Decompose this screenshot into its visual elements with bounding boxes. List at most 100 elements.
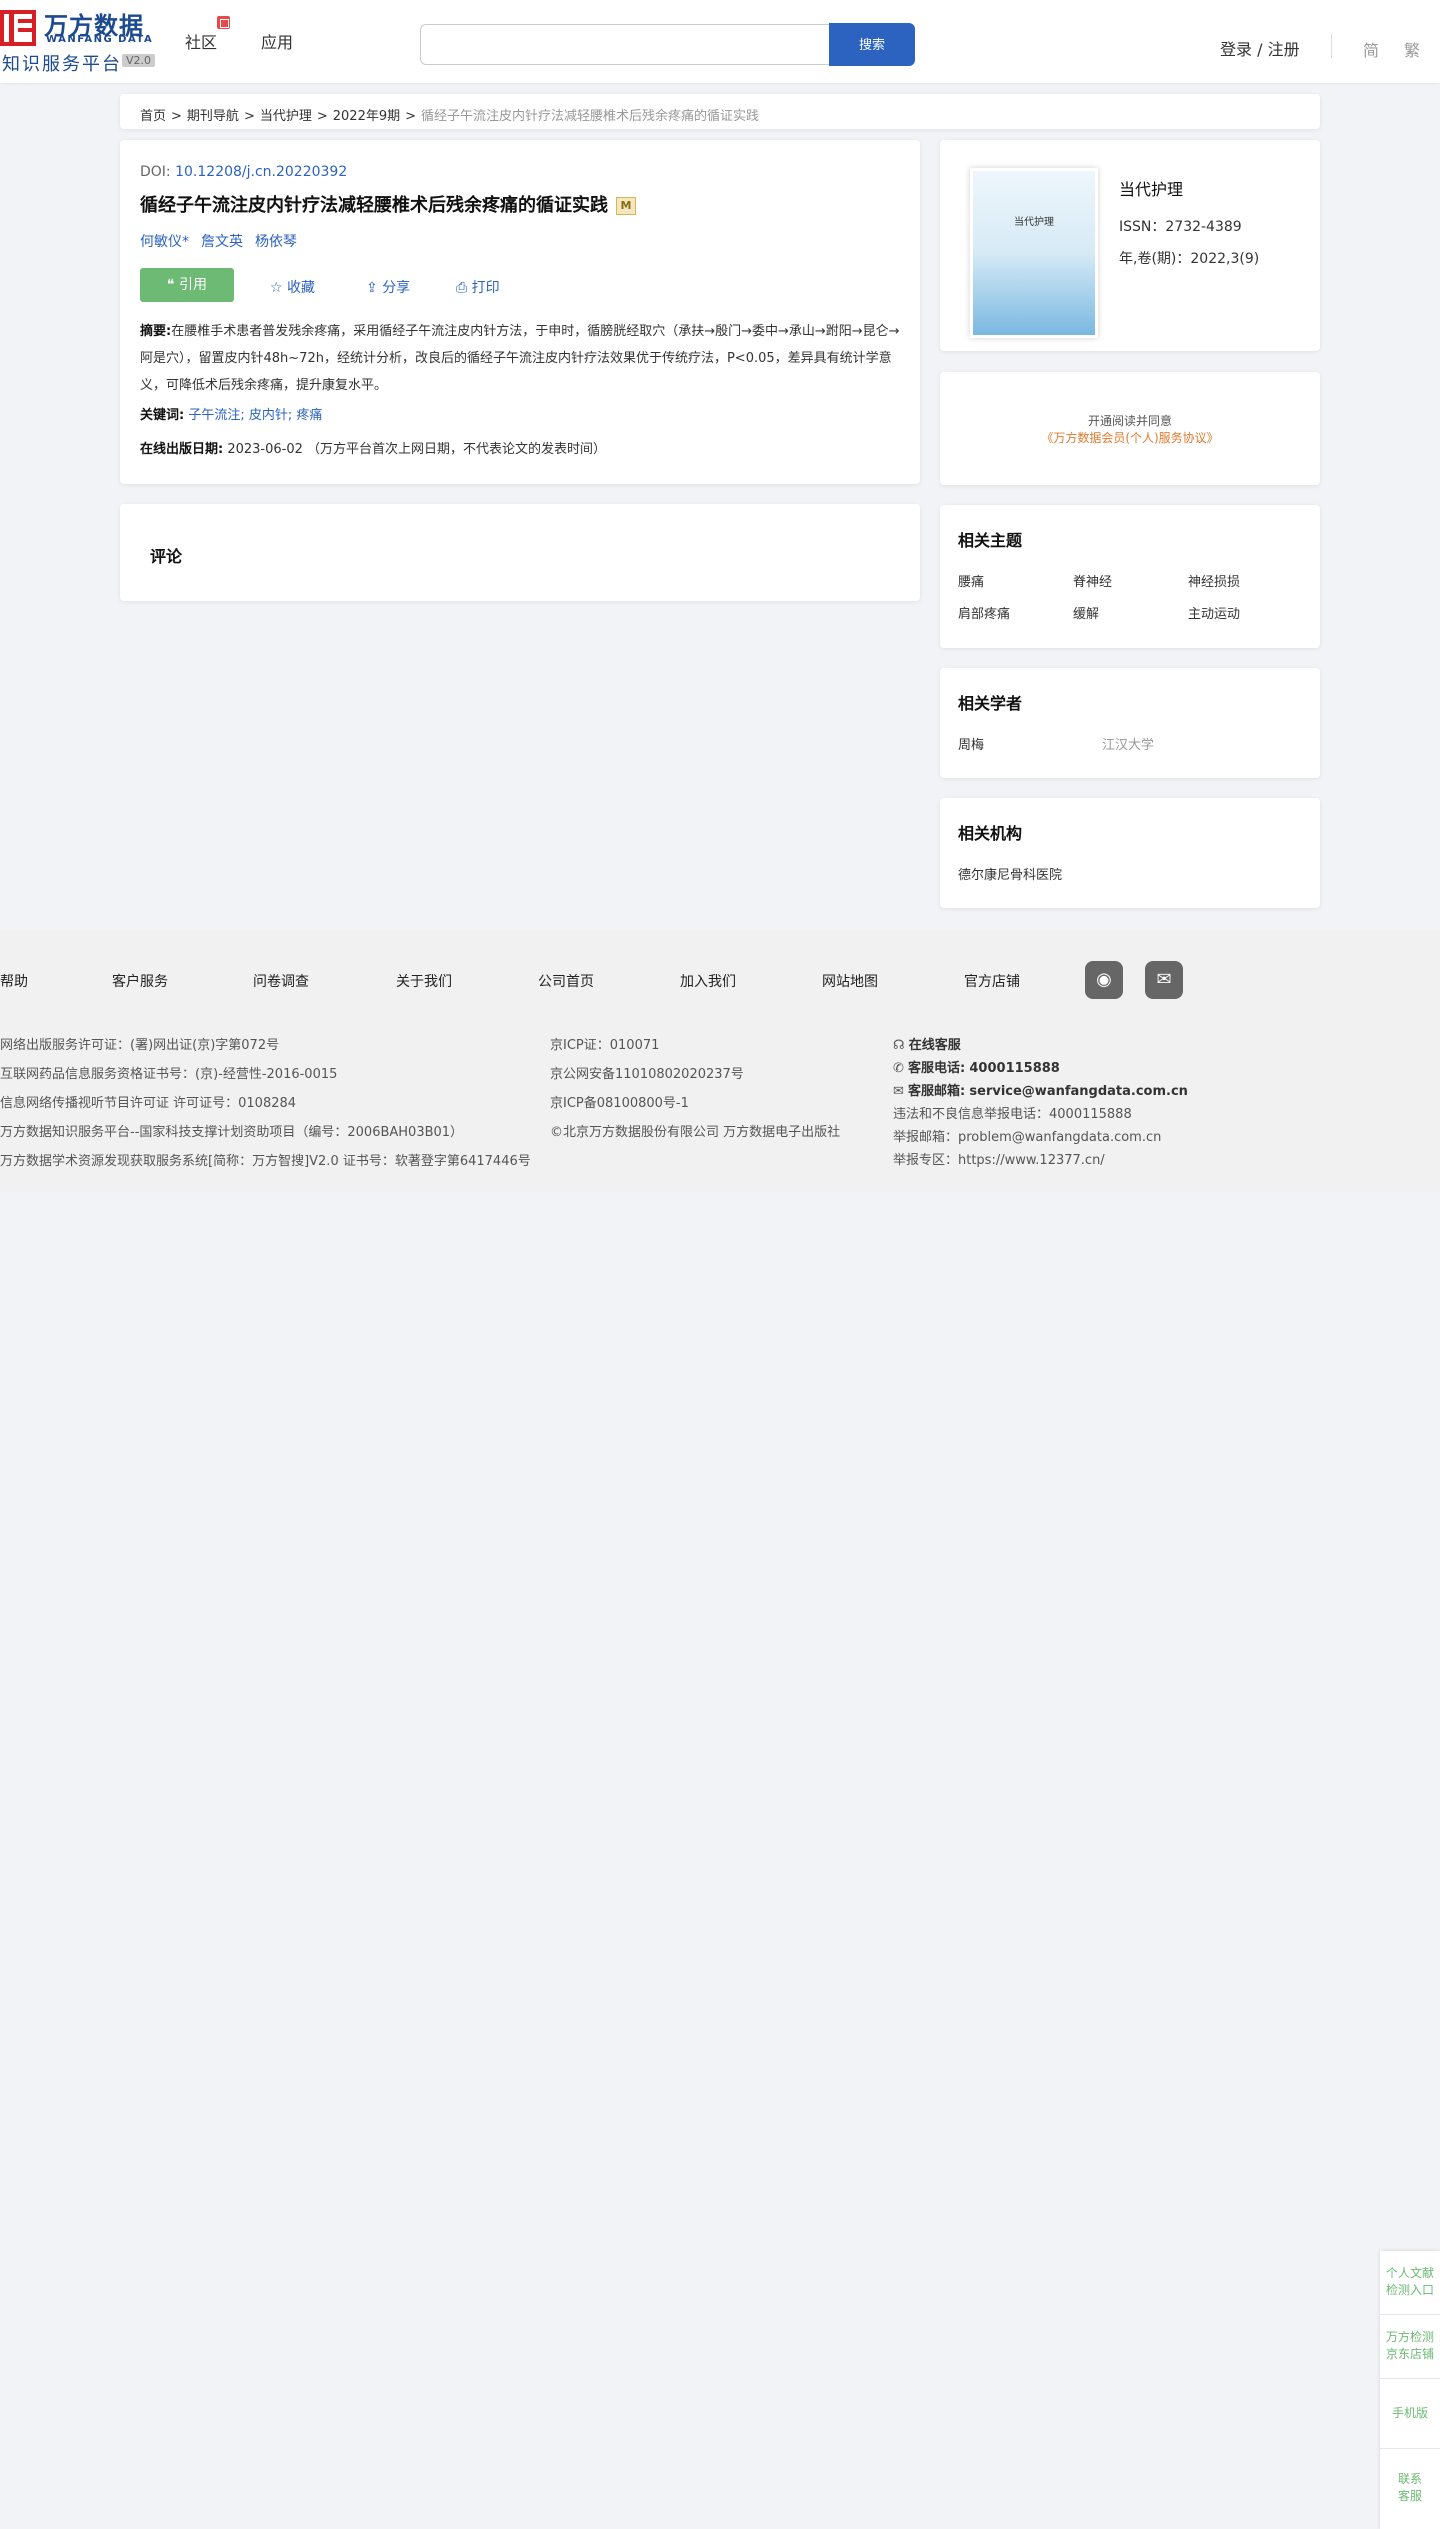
crumb-sep: > [243,109,255,124]
doi-label: DOI: [140,164,171,180]
footer-survey[interactable]: 问卷调查 [253,971,309,991]
crumb-current: 循经子午流注皮内针疗法减轻腰椎术后残余疼痛的循证实践 [421,109,760,124]
abstract: 摘要:在腰椎手术患者普发残余疼痛，采用循经子午流注皮内针方法，于申时，循膀胱经取… [140,318,900,399]
keyword-link[interactable]: 皮内针; [249,408,292,423]
author-link[interactable]: 杨依琴 [255,234,297,250]
footer-sitemap[interactable]: 网站地图 [822,971,878,991]
lang-simplified[interactable]: 简 [1363,37,1379,61]
report-phone: 违法和不良信息举报电话：4000115888 [893,1107,1132,1122]
footer-official-store[interactable]: 官方店铺 [964,971,1020,991]
publish-date-value: 2023-06-02 [227,442,303,457]
search-input[interactable] [420,24,830,65]
personal-check-entry[interactable]: 个人文献 检测入口 [1380,2251,1440,2315]
print-label: 打印 [471,280,500,296]
nav-community[interactable]: 社区 [185,29,217,53]
footer-license: 互联网药品信息服务资格证书号：(京)-经营性-2016-0015 [0,1067,338,1082]
crumb-issue[interactable]: 2022年9期 [333,109,400,124]
header-divider [1331,34,1332,58]
author-link[interactable]: 詹文英 [201,234,243,250]
topic-link[interactable]: 脊神经 [1073,571,1112,590]
breadcrumb: 首页 > 期刊导航 > 当代护理 >2022年9期 > 循经子午流注皮内针疗法减轻腰椎术后残余… [120,94,1320,129]
keywords-label: 关键词: [140,408,185,423]
wanfang-logo[interactable]: 万方数据 WANFANG DATA 知识服务平台 V2.0 [0,6,160,75]
keyword-link[interactable]: 疼痛 [296,408,322,423]
mail-icon: ✉ [893,1084,904,1099]
logo-subtitle: 知识服务平台 [2,54,122,75]
crumb-sep: > [316,109,328,124]
new-badge-icon [217,16,230,29]
topic-link[interactable]: 腰痛 [958,571,984,590]
comments-card: 评论 [120,504,920,601]
contact-service-link[interactable]: 联系 客服 [1380,2449,1440,2529]
top-header: 万方数据 WANFANG DATA 知识服务平台 V2.0 社区 应用 搜索 登… [0,0,1440,83]
related-topics-card: 相关主题 腰痛 脊神经 神经损损 肩部疼痛 缓解 主动运动 [940,505,1320,648]
phone-value: 4000115888 [969,1061,1060,1076]
scholar-affiliation: 江汉大学 [1102,738,1155,753]
logo-mark-icon [0,10,36,46]
journal-name[interactable]: 当代护理 [1119,176,1183,200]
jd-store-link[interactable]: 万方检测 京东店铺 [1380,2315,1440,2379]
online-service-label: 在线客服 [908,1038,961,1053]
phone-icon: ✆ [893,1061,904,1076]
doi: DOI: 10.12208/j.cn.20220392 [140,164,347,180]
login-register-link[interactable]: 登录 / 注册 [1220,36,1300,60]
service-phone: ✆ 客服电话: 4000115888 [893,1057,1060,1076]
report-email: 举报邮箱：problem@wanfangdata.com.cn [893,1130,1162,1145]
footer-help[interactable]: 帮助 [0,971,28,991]
journal-issn: ISSN：2732-4389 [1119,219,1242,235]
footer-icp[interactable]: 京ICP备08100800号-1 [550,1092,689,1111]
author-list: 何敏仪* 詹文英 杨依琴 [140,231,309,251]
abstract-text: 在腰椎手术患者普发残余疼痛，采用循经子午流注皮内针方法，于申时，循膀胱经取穴（承… [140,324,900,393]
footer-license: 网络出版服务许可证：(署)网出证(京)字第072号 [0,1038,280,1053]
logo-name-en: WANFANG DATA [46,34,154,45]
footer-customer-service[interactable]: 客户服务 [112,971,168,991]
footer-about[interactable]: 关于我们 [396,971,452,991]
doi-link[interactable]: 10.12208/j.cn.20220392 [175,164,347,180]
author-link[interactable]: 何敏仪* [140,234,189,250]
topic-link[interactable]: 主动运动 [1188,603,1240,622]
weibo-icon[interactable]: ◉ [1085,961,1123,999]
related-orgs-card: 相关机构 德尔康尼骨科医院 [940,798,1320,908]
related-orgs-title: 相关机构 [958,824,1023,843]
topic-link[interactable]: 神经损损 [1188,571,1240,590]
share-button[interactable]: ⇪ 分享 [366,277,410,297]
service-email: ✉ 客服邮箱: service@wanfangdata.com.cn [893,1080,1188,1099]
footer-icp[interactable]: 京ICP证：010071 [550,1034,659,1053]
search-button[interactable]: 搜索 [829,23,915,66]
journal-badge-icon: M [616,197,636,215]
crumb-journals[interactable]: 期刊导航 [187,109,239,124]
nav-apps[interactable]: 应用 [261,29,293,53]
collect-button[interactable]: ☆ 收藏 [270,277,315,297]
crumb-home[interactable]: 首页 [140,109,166,124]
crumb-journal[interactable]: 当代护理 [260,109,312,124]
footer-join-us[interactable]: 加入我们 [680,971,736,991]
footer-license: 万方数据学术资源发现获取服务系统[简称：万方智搜]V2.0 证书号：软著登字第6… [0,1154,531,1169]
side-float-panel: 个人文献 检测入口 万方检测 京东店铺 手机版 联系 客服 [1380,2251,1440,2529]
star-icon: ☆ [270,280,283,296]
topic-link[interactable]: 肩部疼痛 [958,603,1010,622]
footer-company-home[interactable]: 公司首页 [538,971,594,991]
wechat-icon[interactable]: ✉ [1145,961,1183,999]
footer-icp[interactable]: 京公网安备11010802020237号 [550,1063,744,1082]
service-agreement-link[interactable]: 《万方数据会员(个人)服务协议》 [940,429,1320,446]
abstract-label: 摘要: [140,324,172,339]
article-card: DOI: 10.12208/j.cn.20220392 循经子午流注皮内针疗法减… [120,140,920,484]
journal-cover[interactable]: 当代护理 [970,168,1098,338]
journal-volume: 年,卷(期)：2022,3(9) [1119,251,1260,267]
topic-link[interactable]: 缓解 [1073,603,1099,622]
cite-button[interactable]: ❝ 引用 [140,268,234,302]
keyword-link[interactable]: 子午流注; [188,408,244,423]
membership-notice: 开通阅读并同意 《万方数据会员(个人)服务协议》 [940,372,1320,485]
mobile-version-link[interactable]: 手机版 [1380,2379,1440,2449]
printer-icon: ⎙ [456,280,468,296]
org-link[interactable]: 德尔康尼骨科医院 [958,864,1062,883]
crumb-sep: > [405,109,417,124]
online-service-link[interactable]: ☊ 在线客服 [893,1034,961,1053]
print-button[interactable]: ⎙ 打印 [456,277,500,297]
collect-label: 收藏 [287,280,316,296]
journal-card: 当代护理 当代护理 ISSN：2732-4389 年,卷(期)：2022,3(9… [940,140,1320,351]
email-value: service@wanfangdata.com.cn [969,1084,1188,1099]
scholar-name[interactable]: 周梅 [958,734,984,753]
lang-traditional[interactable]: 繁 [1404,37,1420,61]
report-zone[interactable]: 举报专区：https://www.12377.cn/ [893,1149,1105,1168]
